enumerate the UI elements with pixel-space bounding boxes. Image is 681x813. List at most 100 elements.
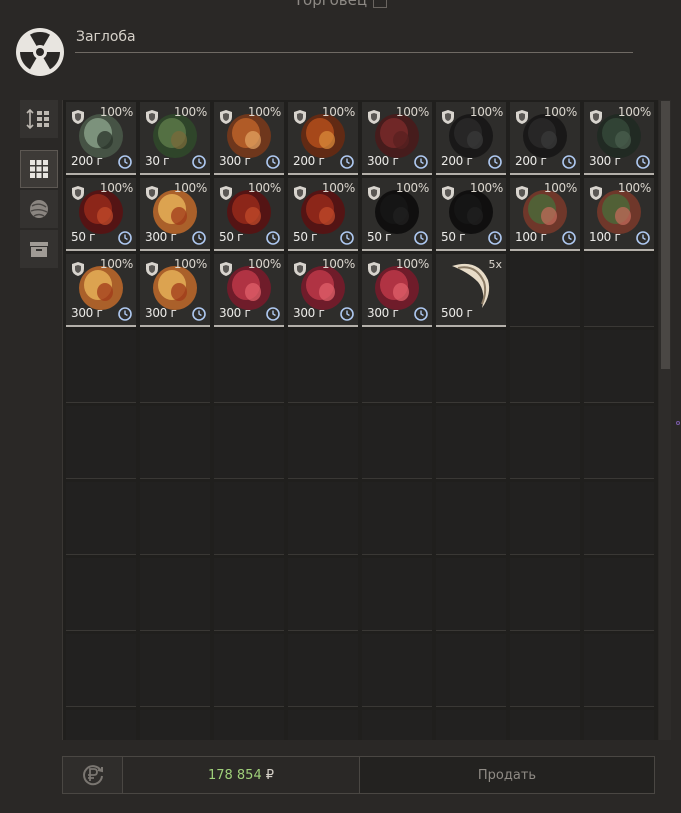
durability-label: 100%: [247, 181, 281, 195]
tab-grid[interactable]: [20, 150, 58, 188]
item-slot-flower-artifact[interactable]: 100% 100 г: [510, 178, 580, 251]
empty-slot[interactable]: [140, 558, 210, 631]
empty-slot[interactable]: [214, 558, 284, 631]
shield-icon: [589, 109, 603, 125]
clock-icon: [562, 154, 576, 169]
empty-slot[interactable]: [510, 406, 580, 479]
shield-icon: [367, 185, 381, 201]
sort-tab[interactable]: [20, 100, 58, 138]
currency-symbol: ₽: [265, 767, 275, 783]
empty-slot[interactable]: [584, 482, 654, 555]
clock-icon: [562, 230, 576, 245]
empty-slot[interactable]: [510, 558, 580, 631]
artifact-icon: [30, 200, 48, 218]
empty-slot[interactable]: [214, 482, 284, 555]
empty-slot[interactable]: [436, 558, 506, 631]
empty-slot[interactable]: [584, 558, 654, 631]
durability-label: 100%: [469, 105, 503, 119]
refresh-currency-button[interactable]: [62, 756, 123, 794]
durability-label: 100%: [321, 105, 355, 119]
empty-slot[interactable]: [66, 482, 136, 555]
empty-slot[interactable]: [584, 710, 654, 740]
empty-slot[interactable]: [436, 482, 506, 555]
empty-slot[interactable]: [214, 330, 284, 403]
item-slot-red-crystal-artifact[interactable]: 100% 300 г: [214, 254, 284, 327]
empty-slot[interactable]: [510, 710, 580, 740]
item-slot-dark-chain-artifact[interactable]: 100% 200 г: [510, 102, 580, 175]
empty-slot[interactable]: [288, 330, 358, 403]
price-label: 200 г: [71, 154, 103, 168]
empty-slot[interactable]: [584, 254, 654, 327]
clock-icon: [266, 306, 280, 321]
item-slot-dark-chain-artifact[interactable]: 100% 200 г: [436, 102, 506, 175]
item-slot-black-leaf-artifact[interactable]: 100% 50 г: [362, 178, 432, 251]
empty-slot[interactable]: [510, 254, 580, 327]
empty-slot[interactable]: [288, 482, 358, 555]
empty-slot[interactable]: [510, 634, 580, 707]
empty-slot[interactable]: [288, 710, 358, 740]
empty-slot[interactable]: [436, 330, 506, 403]
item-slot-flower-artifact[interactable]: 100% 100 г: [584, 178, 654, 251]
empty-slot[interactable]: [66, 330, 136, 403]
empty-slot[interactable]: [362, 406, 432, 479]
item-slot-spiral-artifact[interactable]: 100% 300 г: [66, 254, 136, 327]
empty-slot[interactable]: [66, 406, 136, 479]
durability-label: 100%: [395, 181, 429, 195]
empty-slot[interactable]: [436, 406, 506, 479]
empty-slot[interactable]: [362, 634, 432, 707]
empty-slot[interactable]: [362, 330, 432, 403]
empty-slot[interactable]: [362, 710, 432, 740]
durability-label: 100%: [173, 181, 207, 195]
item-slot-red-sponge-artifact[interactable]: 100% 300 г: [362, 102, 432, 175]
empty-slot[interactable]: [66, 558, 136, 631]
empty-slot[interactable]: [214, 710, 284, 740]
item-slot-claw-item[interactable]: 5x 500 г: [436, 254, 506, 327]
price-label: 50 г: [71, 230, 96, 244]
empty-slot[interactable]: [362, 558, 432, 631]
item-slot-red-crystal-artifact[interactable]: 100% 300 г: [362, 254, 432, 327]
sell-button[interactable]: Продать: [359, 756, 655, 794]
empty-slot[interactable]: [584, 330, 654, 403]
shield-icon: [293, 185, 307, 201]
empty-slot[interactable]: [140, 406, 210, 479]
empty-slot[interactable]: [214, 406, 284, 479]
item-slot-meat-artifact[interactable]: 100% 50 г: [214, 178, 284, 251]
empty-slot[interactable]: [436, 634, 506, 707]
item-slot-meat-artifact[interactable]: 100% 50 г: [66, 178, 136, 251]
tab-artifacts[interactable]: [20, 190, 58, 228]
shield-icon: [367, 109, 381, 125]
durability-label: 100%: [395, 105, 429, 119]
empty-slot[interactable]: [288, 634, 358, 707]
item-slot-black-leaf-artifact[interactable]: 100% 50 г: [436, 178, 506, 251]
item-slot-meat-artifact[interactable]: 100% 50 г: [288, 178, 358, 251]
empty-slot[interactable]: [362, 482, 432, 555]
item-slot-red-crystal-artifact[interactable]: 100% 300 г: [288, 254, 358, 327]
empty-slot[interactable]: [510, 330, 580, 403]
close-box-icon[interactable]: [373, 0, 388, 8]
item-slot-spiral-artifact[interactable]: 100% 300 г: [140, 254, 210, 327]
item-slot-dark-green-artifact[interactable]: 100% 300 г: [584, 102, 654, 175]
empty-slot[interactable]: [288, 558, 358, 631]
shield-icon: [219, 185, 233, 201]
empty-slot[interactable]: [584, 406, 654, 479]
item-slot-spiral-artifact[interactable]: 100% 300 г: [140, 178, 210, 251]
empty-slot[interactable]: [436, 710, 506, 740]
tab-storage[interactable]: [20, 230, 58, 268]
empty-slot[interactable]: [214, 634, 284, 707]
empty-slot[interactable]: [140, 710, 210, 740]
item-slot-flame-artifact[interactable]: 100% 200 г: [288, 102, 358, 175]
empty-slot[interactable]: [66, 634, 136, 707]
empty-slot[interactable]: [66, 710, 136, 740]
item-slot-crystal-artifact[interactable]: 100% 200 г: [66, 102, 136, 175]
empty-slot[interactable]: [584, 634, 654, 707]
empty-slot[interactable]: [510, 482, 580, 555]
empty-slot[interactable]: [288, 406, 358, 479]
empty-slot[interactable]: [140, 330, 210, 403]
item-slot-coil-artifact[interactable]: 100% 300 г: [214, 102, 284, 175]
empty-slot[interactable]: [140, 482, 210, 555]
item-slot-green-moss-artifact[interactable]: 100% 30 г: [140, 102, 210, 175]
empty-slot[interactable]: [140, 634, 210, 707]
scrollbar-thumb[interactable]: [661, 101, 670, 369]
durability-label: 100%: [617, 105, 651, 119]
trade-grid[interactable]: 100% 200 г 100% 30 г 100% 300 г 100% 200 г 100% 3…: [62, 100, 658, 740]
